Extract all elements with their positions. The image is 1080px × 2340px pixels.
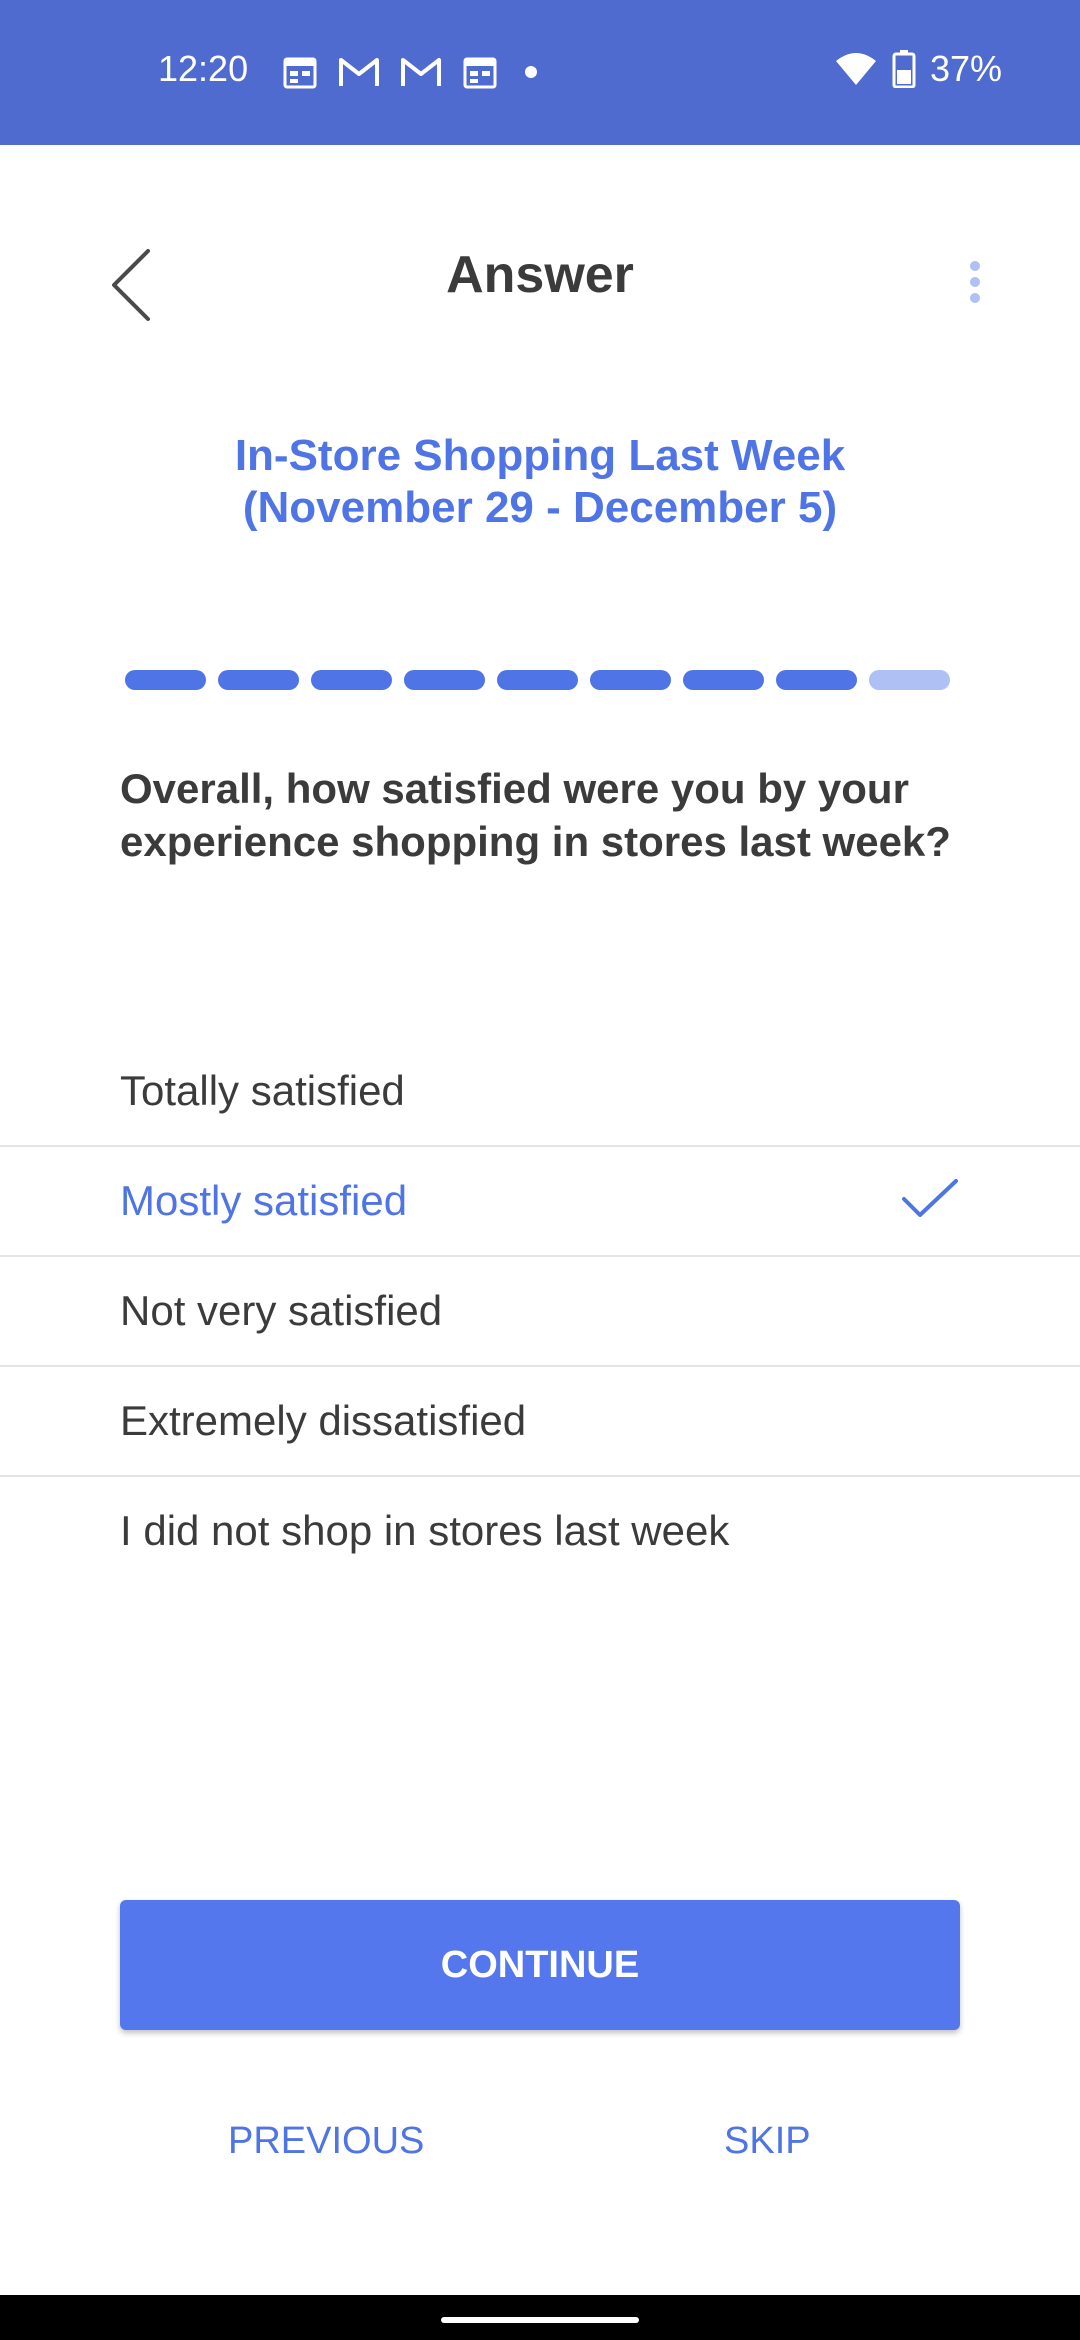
option-did-not-shop[interactable]: I did not shop in stores last week bbox=[0, 1477, 1080, 1585]
progress-segment-complete bbox=[776, 670, 857, 690]
page-title: Answer bbox=[446, 246, 634, 304]
option-totally-satisfied[interactable]: Totally satisfied bbox=[0, 1037, 1080, 1147]
gmail-icon bbox=[401, 58, 441, 86]
progress-segment-complete bbox=[311, 670, 392, 690]
notification-icons bbox=[280, 52, 546, 92]
option-label: Mostly satisfied bbox=[120, 1177, 408, 1224]
option-label: Extremely dissatisfied bbox=[120, 1397, 527, 1444]
more-options-button[interactable] bbox=[960, 255, 990, 315]
option-label: I did not shop in stores last week bbox=[120, 1507, 730, 1554]
continue-button[interactable]: CONTINUE bbox=[120, 1900, 960, 2030]
more-vert-icon bbox=[970, 261, 980, 303]
calendar-icon bbox=[463, 57, 497, 89]
skip-button[interactable]: SKIP bbox=[724, 2120, 811, 2163]
home-gesture-handle[interactable] bbox=[441, 2317, 639, 2323]
progress-segment-remaining bbox=[869, 670, 950, 690]
status-time: 12:20 bbox=[158, 48, 249, 89]
answer-options: Totally satisfied Mostly satisfied Not v… bbox=[0, 1037, 1080, 1585]
progress-segment-complete bbox=[683, 670, 764, 690]
question-text: Overall, how satisfied were you by your … bbox=[120, 765, 951, 865]
survey-title: In-Store Shopping Last Week (November 29… bbox=[234, 431, 846, 532]
app-bar: Answer bbox=[0, 145, 1080, 410]
calendar-icon bbox=[283, 57, 317, 89]
system-icons: 37% bbox=[834, 48, 1002, 90]
gmail-icon bbox=[339, 58, 379, 86]
option-label: Totally satisfied bbox=[120, 1067, 405, 1114]
battery-icon bbox=[892, 50, 916, 88]
option-label: Not very satisfied bbox=[120, 1287, 443, 1334]
option-extremely-dissatisfied[interactable]: Extremely dissatisfied bbox=[0, 1367, 1080, 1477]
dot-icon bbox=[525, 66, 537, 78]
progress-segment-complete bbox=[404, 670, 485, 690]
progress-segment-complete bbox=[590, 670, 671, 690]
progress-indicator bbox=[125, 670, 950, 690]
option-mostly-satisfied[interactable]: Mostly satisfied bbox=[0, 1147, 1080, 1257]
progress-segment-complete bbox=[218, 670, 299, 690]
progress-segment-complete bbox=[125, 670, 206, 690]
previous-button[interactable]: PREVIOUS bbox=[228, 2120, 424, 2163]
checkmark-icon bbox=[900, 1177, 960, 1231]
progress-segment-complete bbox=[497, 670, 578, 690]
wifi-icon bbox=[835, 53, 876, 85]
battery-percent: 37% bbox=[929, 48, 1002, 89]
status-bar: 12:20 37% bbox=[0, 0, 1080, 145]
option-not-very-satisfied[interactable]: Not very satisfied bbox=[0, 1257, 1080, 1367]
